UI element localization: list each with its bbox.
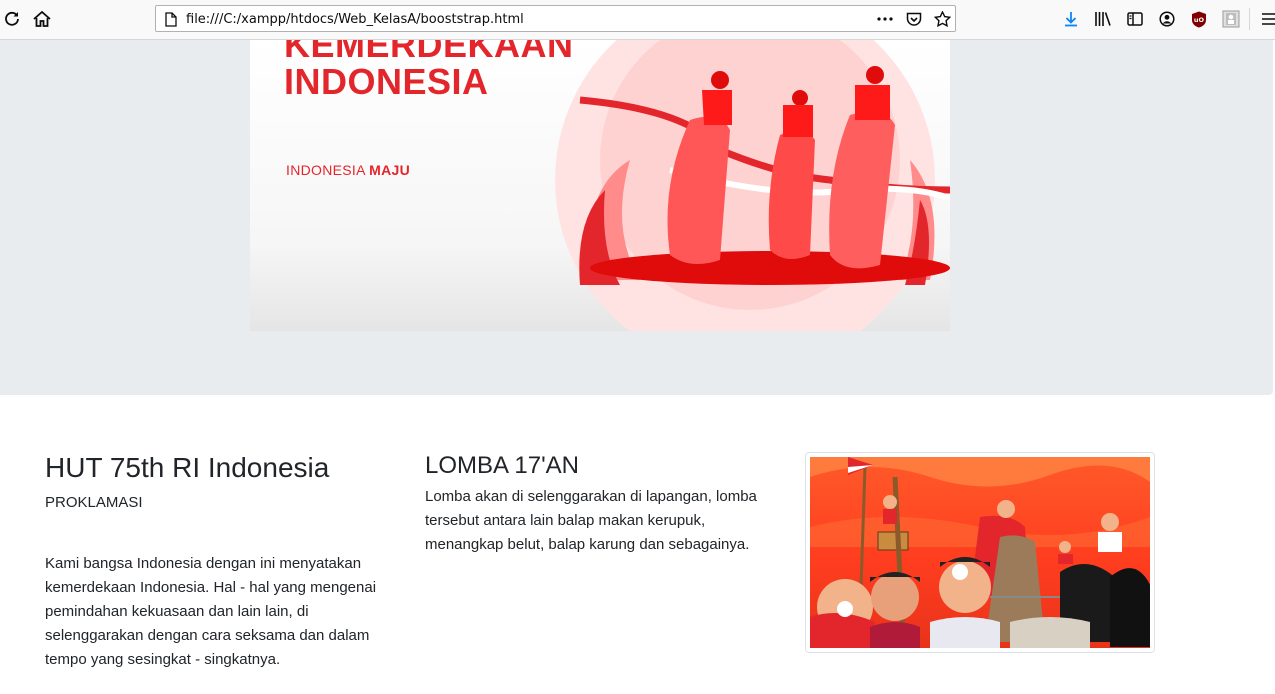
- banner-subtitle: INDONESIA MAJU: [286, 162, 410, 178]
- library-icon[interactable]: [1093, 9, 1113, 29]
- menu-icon[interactable]: [1259, 9, 1275, 29]
- url-bar[interactable]: file:///C:/xampp/htdocs/Web_KelasA/boost…: [155, 5, 956, 32]
- banner-title-line2: INDONESIA: [284, 61, 489, 102]
- account-icon[interactable]: [1157, 9, 1177, 29]
- home-icon[interactable]: [32, 9, 52, 29]
- column-hut: HUT 75th RI Indonesia PROKLAMASI Kami ba…: [45, 452, 395, 672]
- jumbotron: KEMERDEKAAN INDONESIA INDONESIA MAJU: [0, 40, 1273, 395]
- sack-race-illustration: [555, 40, 950, 331]
- hut-text: Kami bangsa Indonesia dengan ini menyata…: [45, 555, 377, 668]
- lomba-text: Lomba akan di selenggarakan di lapangan,…: [425, 488, 757, 553]
- ublock-icon[interactable]: uO: [1189, 9, 1209, 29]
- hut-heading: HUT 75th RI Indonesia: [45, 452, 330, 483]
- column-lomba: LOMBA 17'AN Lomba akan di selenggarakan …: [425, 452, 775, 557]
- toolbar-separator: [1249, 8, 1250, 30]
- download-icon[interactable]: [1061, 9, 1081, 29]
- banner-subtitle-bold: MAJU: [369, 162, 411, 178]
- image-thumbnail: [805, 452, 1155, 653]
- browser-toolbar: file:///C:/xampp/htdocs/Web_KelasA/boost…: [0, 0, 1275, 40]
- reload-icon[interactable]: [2, 9, 22, 29]
- hut-subheading: PROKLAMASI: [45, 494, 143, 511]
- banner-image: KEMERDEKAAN INDONESIA INDONESIA MAJU: [250, 40, 950, 331]
- more-icon[interactable]: [876, 10, 894, 28]
- pocket-icon[interactable]: [905, 10, 923, 28]
- page-icon: [162, 10, 180, 28]
- bookmark-star-icon[interactable]: [933, 10, 951, 28]
- sidebar-icon[interactable]: [1125, 9, 1145, 29]
- extension-icon[interactable]: [1221, 9, 1241, 29]
- url-text: file:///C:/xampp/htdocs/Web_KelasA/boost…: [186, 12, 524, 27]
- lomba-heading: LOMBA 17'AN: [425, 452, 579, 479]
- svg-text:uO: uO: [1194, 16, 1205, 24]
- lomba-illustration-svg: [810, 457, 1150, 648]
- lomba-illustration: [810, 457, 1150, 648]
- banner-subtitle-prefix: INDONESIA: [286, 162, 370, 178]
